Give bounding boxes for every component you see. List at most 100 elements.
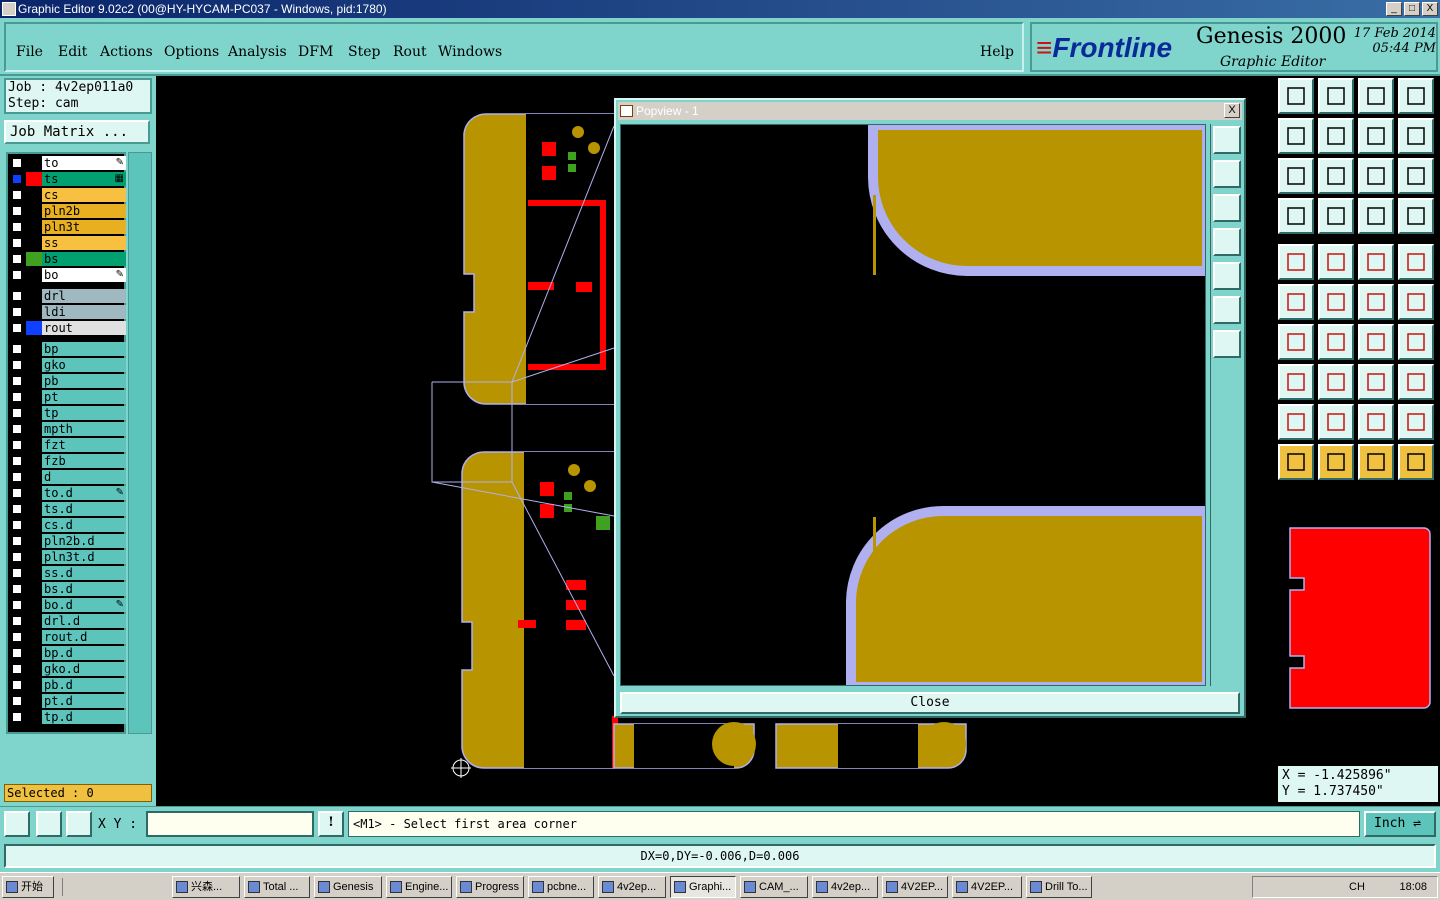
layer-name[interactable]: fzt bbox=[42, 438, 126, 452]
layer-color-swatch[interactable] bbox=[26, 550, 42, 564]
route-tool-button[interactable] bbox=[1398, 444, 1434, 480]
layer-checkbox[interactable] bbox=[12, 680, 22, 690]
layer-checkbox[interactable] bbox=[12, 174, 22, 184]
layer-checkbox[interactable] bbox=[12, 504, 22, 514]
menu-options[interactable]: Options bbox=[164, 44, 219, 60]
snap-center-tool-button[interactable] bbox=[1398, 284, 1434, 320]
layer-row[interactable]: pt.d bbox=[10, 694, 126, 708]
layer-name[interactable]: tp bbox=[42, 406, 126, 420]
layer-name[interactable]: rout.d bbox=[42, 630, 126, 644]
taskbar-item[interactable]: Graphi... bbox=[670, 876, 736, 898]
popview-window[interactable]: Popview - 1 X Close bbox=[614, 98, 1246, 718]
layer-name[interactable]: ss.d bbox=[42, 566, 126, 580]
menu-help[interactable]: Help bbox=[980, 44, 1014, 60]
layer-row[interactable]: pln3t bbox=[10, 220, 126, 234]
layer-color-swatch[interactable] bbox=[26, 678, 42, 692]
compare-tool-button[interactable] bbox=[1398, 198, 1434, 234]
layer-name[interactable]: ts.d bbox=[42, 502, 126, 516]
layer-name[interactable]: to bbox=[42, 156, 126, 170]
popview-canvas[interactable] bbox=[620, 124, 1206, 686]
layer-row[interactable]: bo ✎ bbox=[10, 268, 126, 282]
layer-color-swatch[interactable] bbox=[26, 305, 42, 319]
layer-checkbox[interactable] bbox=[12, 616, 22, 626]
layer-checkbox[interactable] bbox=[12, 291, 22, 301]
layer-row[interactable]: tp bbox=[10, 406, 126, 420]
layer-checkbox[interactable] bbox=[12, 206, 22, 216]
menu-file[interactable]: File bbox=[16, 44, 43, 60]
layer-checkbox[interactable] bbox=[12, 632, 22, 642]
layer-color-swatch[interactable] bbox=[26, 518, 42, 532]
popview-tool-5[interactable] bbox=[1213, 262, 1241, 290]
taskbar-item[interactable]: pcbne... bbox=[528, 876, 594, 898]
layer-color-swatch[interactable] bbox=[26, 252, 42, 266]
layer-color-swatch[interactable] bbox=[26, 236, 42, 250]
quick-launch[interactable] bbox=[62, 878, 162, 896]
layer-color-swatch[interactable] bbox=[26, 534, 42, 548]
layer-name[interactable]: ss bbox=[42, 236, 126, 250]
layer-row[interactable]: cs.d bbox=[10, 518, 126, 532]
text-tool-button[interactable] bbox=[1398, 324, 1434, 360]
zoom-right-tool-button[interactable] bbox=[1318, 118, 1354, 154]
layer-row[interactable]: bs bbox=[10, 252, 126, 266]
layer-row[interactable]: tp.d bbox=[10, 710, 126, 724]
maximize-button[interactable]: □ bbox=[1404, 2, 1420, 16]
layer-name[interactable]: cs.d bbox=[42, 518, 126, 532]
open-job-tool-button[interactable] bbox=[1278, 78, 1314, 114]
info-button[interactable]: ! bbox=[318, 811, 344, 837]
close-button[interactable]: X bbox=[1422, 2, 1438, 16]
taskbar-item[interactable]: 4v2ep... bbox=[812, 876, 878, 898]
layer-color-swatch[interactable] bbox=[26, 422, 42, 436]
dimension-tool-button[interactable] bbox=[1358, 364, 1394, 400]
layer-color-swatch[interactable] bbox=[26, 598, 42, 612]
layer-name[interactable]: pb.d bbox=[42, 678, 126, 692]
layer-name[interactable]: pln3t bbox=[42, 220, 126, 234]
menu-windows[interactable]: Windows bbox=[438, 44, 502, 60]
layer-name[interactable]: mpth bbox=[42, 422, 126, 436]
layer-row[interactable]: gko bbox=[10, 358, 126, 372]
layer-row[interactable]: bp bbox=[10, 342, 126, 356]
layer-name[interactable]: drl.d bbox=[42, 614, 126, 628]
layer-name[interactable]: bp.d bbox=[42, 646, 126, 660]
layer-name[interactable]: ts bbox=[42, 172, 126, 186]
layer-checkbox[interactable] bbox=[12, 392, 22, 402]
angle-tool-button[interactable] bbox=[1278, 324, 1314, 360]
move-pad-tool-button[interactable] bbox=[1318, 198, 1354, 234]
layer-row[interactable]: cs bbox=[10, 188, 126, 202]
layer-row[interactable]: bs.d bbox=[10, 582, 126, 596]
delete-tool-button[interactable] bbox=[1318, 284, 1354, 320]
layer-name[interactable]: pln2b.d bbox=[42, 534, 126, 548]
layer-row[interactable]: pln2b bbox=[10, 204, 126, 218]
layer-color-swatch[interactable] bbox=[26, 342, 42, 356]
layer-checkbox[interactable] bbox=[12, 488, 22, 498]
layer-name[interactable]: pb bbox=[42, 374, 126, 388]
layer-color-swatch[interactable] bbox=[26, 486, 42, 500]
popview-tool-4[interactable] bbox=[1213, 228, 1241, 256]
layer-checkbox[interactable] bbox=[12, 648, 22, 658]
layer-checkbox[interactable] bbox=[12, 440, 22, 450]
layer-row[interactable]: to ✎ bbox=[10, 156, 126, 170]
layer-color-swatch[interactable] bbox=[26, 710, 42, 724]
layer-color-swatch[interactable] bbox=[26, 566, 42, 580]
layer-row[interactable]: ts ▦ bbox=[10, 172, 126, 186]
layer-name[interactable]: cs bbox=[42, 188, 126, 202]
layer-row[interactable]: ss.d bbox=[10, 566, 126, 580]
layer-row[interactable]: bo.d ✎ bbox=[10, 598, 126, 612]
popview-tool-3[interactable] bbox=[1213, 194, 1241, 222]
layer-checkbox[interactable] bbox=[12, 270, 22, 280]
layer-name[interactable]: pt bbox=[42, 390, 126, 404]
board-thumbnail[interactable] bbox=[1278, 520, 1438, 760]
layer-checkbox[interactable] bbox=[12, 424, 22, 434]
trim-tool-button[interactable] bbox=[1318, 364, 1354, 400]
snap-point-tool-button[interactable] bbox=[1358, 284, 1394, 320]
layer-checkbox[interactable] bbox=[12, 360, 22, 370]
scale-1-2-tool-button[interactable] bbox=[1358, 158, 1394, 194]
layer-row[interactable]: rout.d bbox=[10, 630, 126, 644]
layer-row[interactable]: drl bbox=[10, 289, 126, 303]
menu-dfm[interactable]: DFM bbox=[298, 44, 333, 60]
poly-4-tool-button[interactable] bbox=[1398, 404, 1434, 440]
layer-name[interactable]: tp.d bbox=[42, 710, 126, 724]
layer-checkbox[interactable] bbox=[12, 408, 22, 418]
layer-name[interactable]: pln3t.d bbox=[42, 550, 126, 564]
line-tool-button[interactable] bbox=[1318, 324, 1354, 360]
measure-tool-button[interactable] bbox=[1278, 198, 1314, 234]
